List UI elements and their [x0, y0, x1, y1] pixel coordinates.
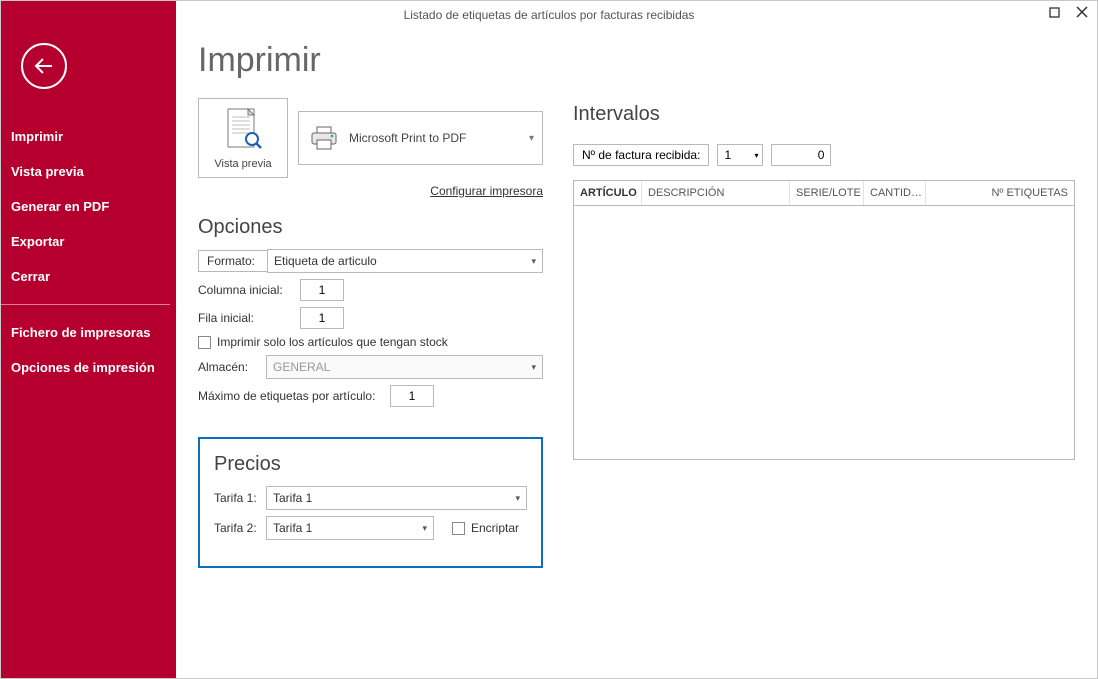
factura-from-combo[interactable]: 1 ▾	[717, 144, 763, 166]
col-cantidad[interactable]: CANTID…	[864, 181, 926, 205]
sidebar: Imprimir Vista previa Generar en PDF Exp…	[1, 1, 176, 678]
chevron-down-icon: ▾	[529, 133, 534, 144]
formato-value: Etiqueta de articulo	[274, 254, 377, 268]
grid-header-row: ARTÍCULO DESCRIPCIÓN SERIE/LOTE CANTID… …	[574, 181, 1074, 206]
page-title: Imprimir	[198, 41, 543, 80]
max-etiquetas-label: Máximo de etiquetas por artículo:	[198, 389, 390, 403]
precios-group: Precios Tarifa 1: Tarifa 1 ▾ Tarifa 2: T…	[198, 437, 543, 568]
encriptar-checkbox[interactable]	[452, 522, 465, 535]
printer-name: Microsoft Print to PDF	[349, 131, 466, 145]
chevron-down-icon: ▾	[531, 256, 536, 267]
back-button[interactable]	[21, 43, 67, 89]
configure-printer-link[interactable]: Configurar impresora	[198, 184, 543, 198]
tarifa2-label: Tarifa 2:	[214, 521, 266, 535]
max-etiquetas-input[interactable]	[390, 385, 434, 407]
fila-inicial-label: Fila inicial:	[198, 311, 300, 325]
sidebar-item-generar-pdf[interactable]: Generar en PDF	[1, 189, 176, 224]
printer-icon	[309, 125, 339, 151]
chevron-down-icon: ▾	[754, 151, 758, 160]
tarifa1-value: Tarifa 1	[273, 491, 312, 505]
formato-combo[interactable]: Etiqueta de articulo ▾	[267, 249, 543, 273]
sidebar-item-imprimir[interactable]: Imprimir	[1, 119, 176, 154]
sidebar-item-cerrar[interactable]: Cerrar	[1, 259, 176, 294]
sidebar-item-vista-previa[interactable]: Vista previa	[1, 154, 176, 189]
close-button[interactable]	[1073, 3, 1091, 21]
stock-checkbox[interactable]	[198, 336, 211, 349]
factura-from-value: 1	[724, 148, 731, 162]
col-articulo[interactable]: ARTÍCULO	[574, 181, 642, 205]
almacen-combo: GENERAL ▾	[266, 355, 543, 379]
tarifa2-value: Tarifa 1	[273, 521, 312, 535]
factura-to-input[interactable]	[771, 144, 831, 166]
maximize-button[interactable]	[1045, 3, 1063, 21]
sidebar-item-fichero-impresoras[interactable]: Fichero de impresoras	[1, 315, 176, 350]
col-serie-lote[interactable]: SERIE/LOTE	[790, 181, 864, 205]
vista-previa-button[interactable]: Vista previa	[198, 98, 288, 178]
sidebar-item-opciones-impresion[interactable]: Opciones de impresión	[1, 350, 176, 385]
tarifa2-combo[interactable]: Tarifa 1 ▾	[266, 516, 434, 540]
document-preview-icon	[224, 107, 262, 154]
chevron-down-icon: ▾	[422, 523, 427, 534]
col-etiquetas[interactable]: Nº ETIQUETAS	[926, 181, 1074, 205]
vista-previa-label: Vista previa	[214, 158, 271, 170]
sidebar-separator	[1, 304, 170, 305]
almacen-value: GENERAL	[273, 360, 330, 374]
col-descripcion[interactable]: DESCRIPCIÓN	[642, 181, 790, 205]
chevron-down-icon: ▾	[515, 493, 520, 504]
articles-grid[interactable]: ARTÍCULO DESCRIPCIÓN SERIE/LOTE CANTID… …	[573, 180, 1075, 460]
columna-inicial-input[interactable]	[300, 279, 344, 301]
factura-label: Nº de factura recibida:	[573, 144, 709, 166]
precios-heading: Precios	[214, 453, 527, 476]
opciones-heading: Opciones	[198, 216, 543, 239]
stock-checkbox-label: Imprimir solo los artículos que tengan s…	[217, 335, 448, 349]
printer-selector[interactable]: Microsoft Print to PDF ▾	[298, 111, 543, 165]
fila-inicial-input[interactable]	[300, 307, 344, 329]
window-title: Listado de etiquetas de artículos por fa…	[404, 8, 695, 22]
tarifa1-label: Tarifa 1:	[214, 491, 266, 505]
chevron-down-icon: ▾	[531, 362, 536, 373]
sidebar-item-exportar[interactable]: Exportar	[1, 224, 176, 259]
encriptar-label: Encriptar	[471, 521, 519, 535]
almacen-label: Almacén:	[198, 360, 266, 374]
formato-label: Formato:	[198, 250, 268, 272]
tarifa1-combo[interactable]: Tarifa 1 ▾	[266, 486, 527, 510]
columna-inicial-label: Columna inicial:	[198, 283, 300, 297]
intervalos-heading: Intervalos	[573, 103, 1075, 126]
